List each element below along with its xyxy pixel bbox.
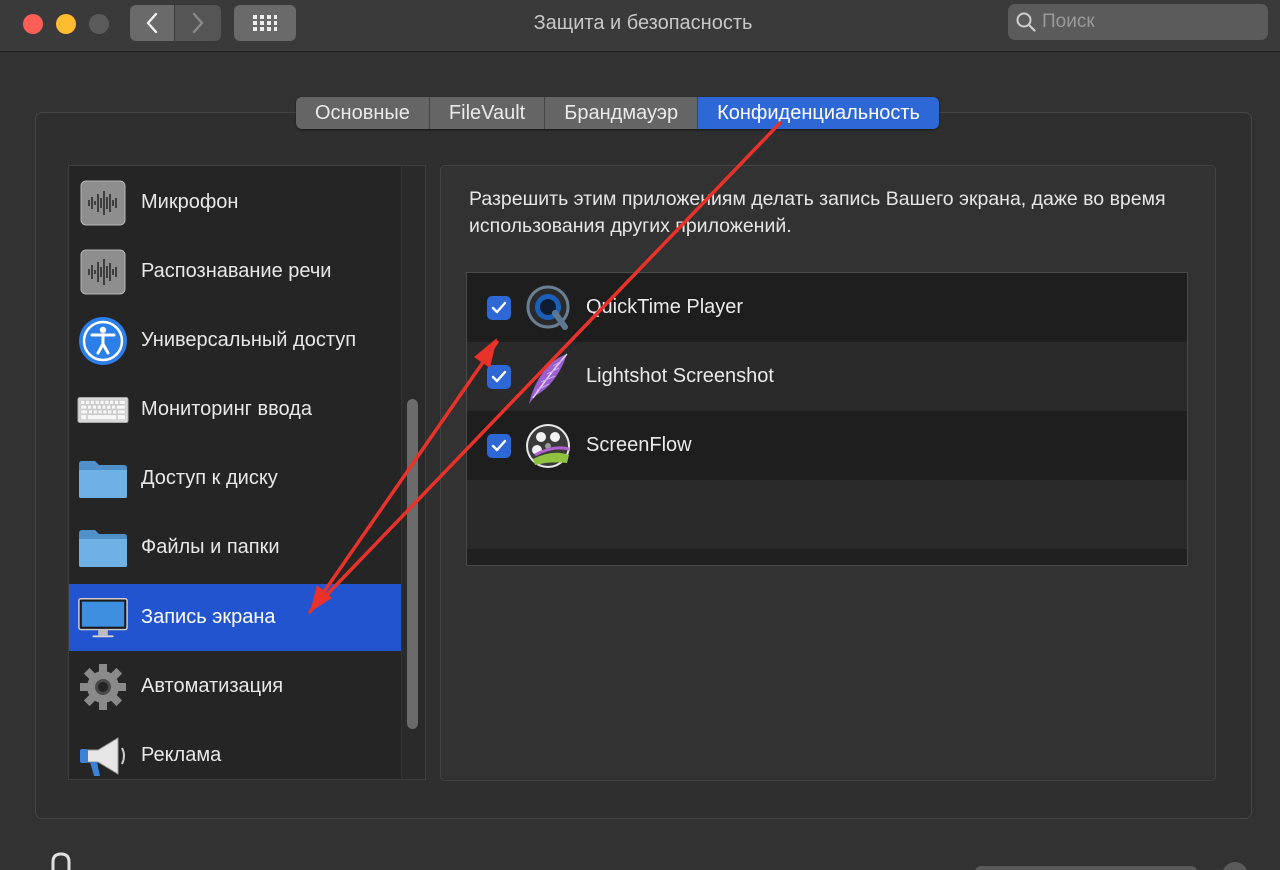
screenflow-icon bbox=[523, 421, 573, 471]
show-all-button[interactable] bbox=[234, 5, 296, 41]
sidebar-item-label: Распознавание речи bbox=[141, 260, 332, 282]
keyboard-icon bbox=[77, 385, 129, 435]
quicktime-icon bbox=[523, 283, 573, 333]
sidebar-item-label: Автоматизация bbox=[141, 675, 284, 697]
sidebar-item-label: Мониторинг ввода bbox=[141, 398, 312, 420]
sidebar-item-label: Запись экрана bbox=[141, 606, 276, 628]
sidebar-item-screen-recording[interactable]: Запись экрана bbox=[69, 584, 401, 651]
sidebar-item-files-and-folders[interactable]: Файлы и папки bbox=[69, 514, 401, 581]
app-row-quicktime[interactable]: QuickTime Player bbox=[467, 273, 1187, 342]
tab-general[interactable]: Основные bbox=[296, 97, 430, 129]
sidebar-item-label: Универсальный доступ bbox=[141, 329, 357, 351]
grid-icon bbox=[253, 15, 277, 31]
search-field[interactable] bbox=[1008, 4, 1268, 40]
title-bar: Защита и безопасность bbox=[0, 0, 1280, 52]
checkbox-lightshot[interactable] bbox=[487, 364, 511, 389]
app-label: Lightshot Screenshot bbox=[586, 365, 774, 387]
app-row-screenflow[interactable]: ScreenFlow bbox=[467, 411, 1187, 480]
app-row-empty bbox=[467, 480, 1187, 549]
sidebar-item-accessibility[interactable]: Универсальный доступ bbox=[69, 307, 401, 374]
tab-privacy[interactable]: Конфиденциальность bbox=[698, 97, 939, 129]
advanced-button[interactable] bbox=[975, 866, 1197, 870]
sidebar-item-label: Доступ к диску bbox=[141, 467, 278, 489]
lock-icon[interactable] bbox=[46, 852, 76, 870]
search-icon bbox=[1016, 12, 1036, 32]
tab-filevault[interactable]: FileVault bbox=[429, 97, 546, 129]
folder-icon bbox=[77, 454, 129, 504]
sidebar-item-speech-recognition[interactable]: Распознавание речи bbox=[69, 238, 401, 305]
app-list: QuickTime Player Lightshot Screenshot Sc… bbox=[466, 272, 1188, 566]
tab-bar: Основные FileVault Брандмауэр Конфиденци… bbox=[296, 97, 939, 129]
forward-button[interactable] bbox=[175, 5, 221, 41]
chevron-left-icon bbox=[146, 12, 158, 34]
sidebar-item-label: Микрофон bbox=[141, 191, 239, 213]
screen-recording-description: Разрешить этим приложениям делать запись… bbox=[469, 188, 1166, 237]
megaphone-icon bbox=[77, 731, 129, 780]
sidebar-item-advertising[interactable]: Реклама bbox=[69, 722, 401, 780]
window-title: Защита и безопасность bbox=[533, 12, 753, 34]
gear-icon bbox=[77, 662, 129, 712]
checkmark-icon bbox=[491, 370, 507, 382]
checkmark-icon bbox=[491, 301, 507, 313]
app-row-lightshot[interactable]: Lightshot Screenshot bbox=[467, 342, 1187, 411]
sidebar-item-automation[interactable]: Автоматизация bbox=[69, 653, 401, 720]
speech-recognition-icon bbox=[77, 247, 129, 297]
app-label: QuickTime Player bbox=[586, 296, 744, 318]
back-button[interactable] bbox=[130, 5, 174, 41]
checkbox-quicktime[interactable] bbox=[487, 295, 511, 320]
sidebar-item-label: Реклама bbox=[141, 744, 222, 766]
checkmark-icon bbox=[491, 439, 507, 451]
minimize-window-button[interactable] bbox=[56, 14, 76, 34]
sidebar-item-microphone[interactable]: Микрофон bbox=[69, 169, 401, 236]
folder-icon bbox=[77, 523, 129, 573]
sidebar-item-label: Файлы и папки bbox=[141, 536, 280, 558]
microphone-icon bbox=[77, 178, 129, 228]
sidebar-item-disk-access[interactable]: Доступ к диску bbox=[69, 445, 401, 512]
sidebar-item-input-monitoring[interactable]: Мониторинг ввода bbox=[69, 376, 401, 443]
accessibility-icon bbox=[77, 316, 129, 366]
lightshot-feather-icon bbox=[523, 352, 573, 404]
chevron-right-icon bbox=[192, 12, 204, 34]
checkbox-screenflow[interactable] bbox=[487, 433, 511, 458]
display-icon bbox=[77, 593, 129, 643]
search-input[interactable] bbox=[1042, 11, 1252, 33]
help-button[interactable] bbox=[1222, 862, 1248, 870]
close-window-button[interactable] bbox=[23, 14, 43, 34]
zoom-window-button[interactable] bbox=[89, 14, 109, 34]
scrollbar-thumb[interactable] bbox=[407, 399, 418, 729]
app-label: ScreenFlow bbox=[586, 434, 692, 456]
tab-firewall[interactable]: Брандмауэр bbox=[545, 97, 699, 129]
privacy-category-list: Микрофон Распознавание речи Универсальны… bbox=[68, 165, 426, 780]
